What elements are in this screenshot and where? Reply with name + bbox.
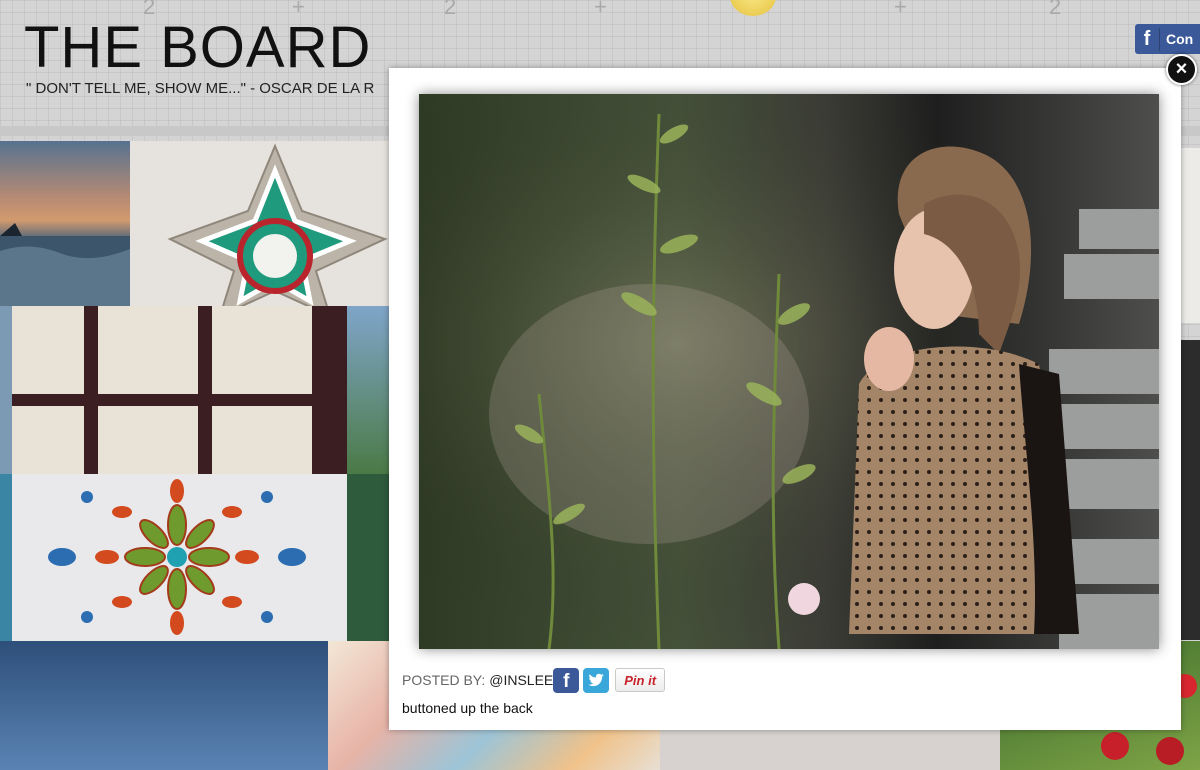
facebook-connect-label: Con	[1166, 31, 1194, 47]
facebook-share-button[interactable]: f	[553, 667, 580, 693]
posted-by-label: POSTED BY:	[402, 672, 486, 688]
posted-by-user[interactable]: @INSLEE	[489, 672, 553, 688]
site-title[interactable]: THE BOARD	[24, 16, 371, 80]
pin-photo[interactable]	[419, 94, 1159, 649]
board-tile-edge[interactable]	[0, 306, 12, 474]
twitter-share-button[interactable]	[583, 667, 610, 693]
facebook-connect-button[interactable]: f Con	[1135, 24, 1200, 54]
board-tile-edge[interactable]	[0, 474, 12, 641]
ruler-mark: +	[594, 0, 607, 19]
pin-it-button[interactable]: Pin it	[615, 668, 666, 692]
board-tile-palm[interactable]	[347, 306, 390, 474]
board-tile-edge[interactable]	[1180, 340, 1200, 640]
close-icon: ×	[1175, 58, 1188, 80]
pin-it-label: Pin it	[624, 672, 657, 688]
ruler-mark: 2	[1049, 0, 1062, 19]
site-tagline: " DON'T TELL ME, SHOW ME..." - OSCAR DE …	[26, 80, 375, 97]
pin-caption: buttoned up the back	[402, 700, 533, 716]
ruler-mark: +	[894, 0, 907, 19]
board-tile-star-medal[interactable]	[130, 141, 390, 306]
facebook-icon: f	[563, 670, 570, 692]
board-tile-sunset[interactable]	[0, 141, 130, 306]
pin-detail-modal: POSTED BY: @INSLEE f Pin it buttoned up …	[389, 68, 1181, 730]
board-tile-edge[interactable]	[1180, 148, 1200, 323]
twitter-icon	[588, 673, 605, 687]
board-tile-sky[interactable]	[0, 641, 328, 770]
pin-meta: POSTED BY: @INSLEE f Pin it	[402, 666, 666, 694]
close-modal-button[interactable]: ×	[1166, 54, 1197, 85]
board-tile-window[interactable]	[12, 306, 347, 474]
board-tile-beetle-mandala[interactable]	[12, 474, 347, 641]
coin-decoration	[730, 0, 776, 16]
board-tile-portrait[interactable]	[660, 730, 1000, 770]
board-tile-figure[interactable]	[347, 474, 390, 641]
facebook-icon: f	[1135, 27, 1160, 51]
ruler-mark: 2	[444, 0, 457, 19]
